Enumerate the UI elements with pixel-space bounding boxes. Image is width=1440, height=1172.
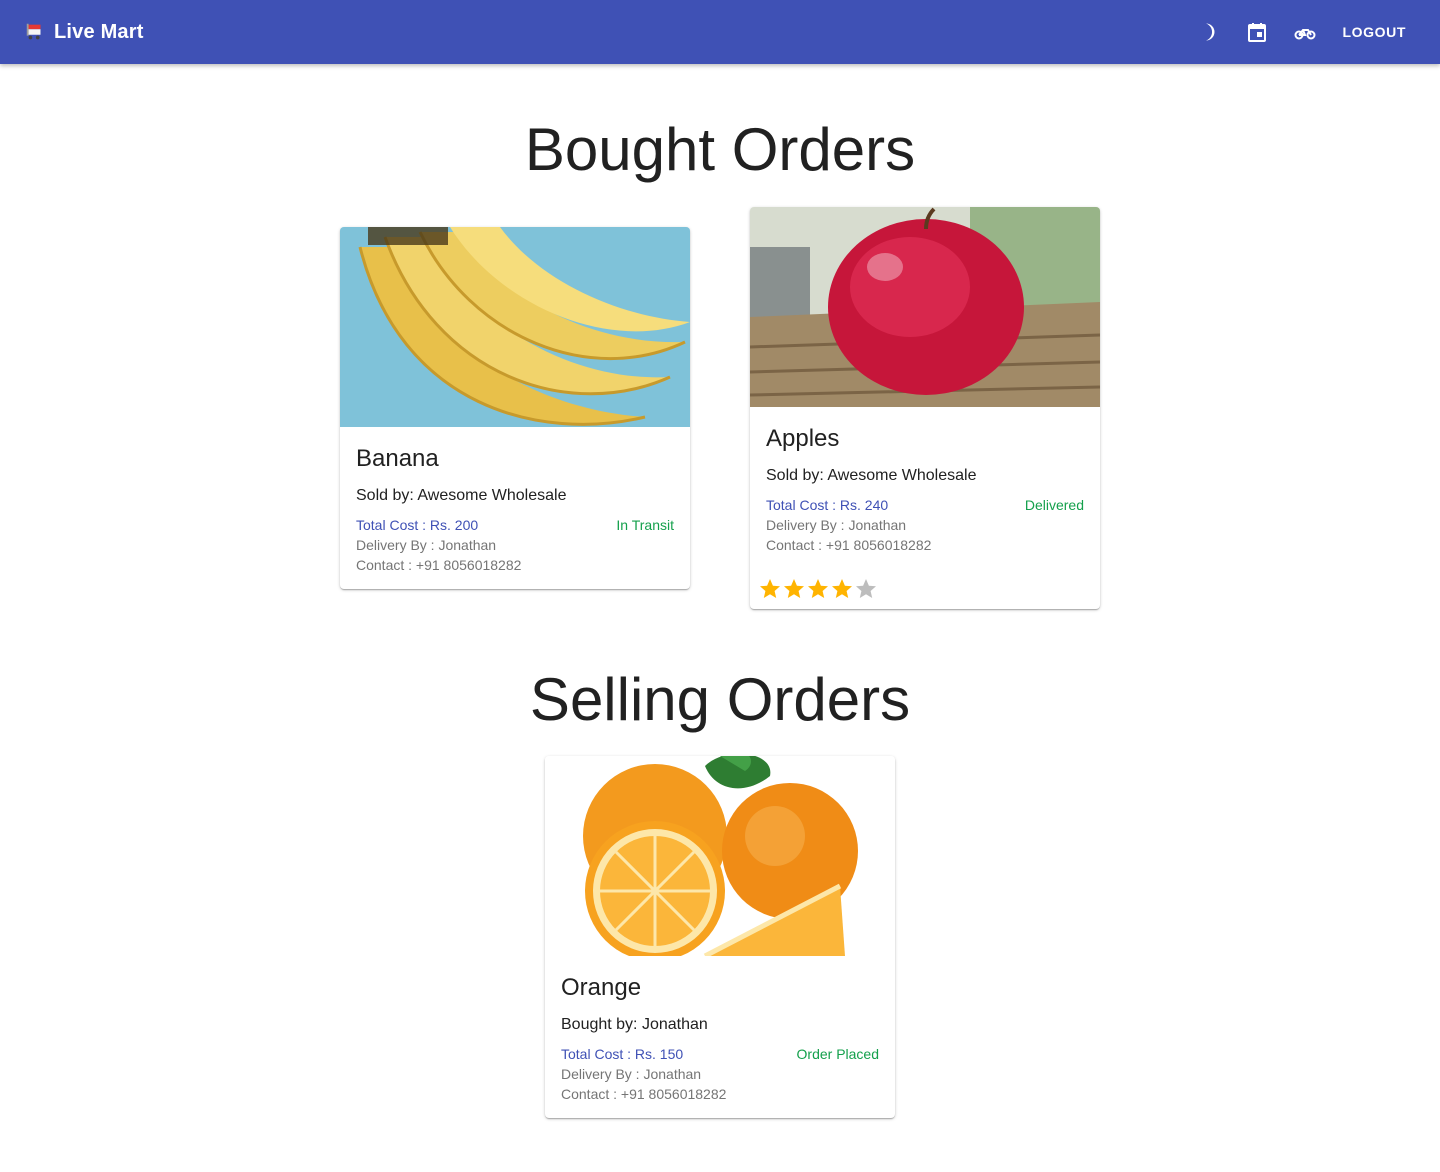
buyer-text: Bought by: Jonathan	[561, 1016, 708, 1033]
calendar-button[interactable]	[1237, 12, 1277, 52]
order-card-orange[interactable]: Orange Bought by: Jonathan Total Cost : …	[545, 756, 895, 1118]
app-bar: Live Mart LOGOUT	[0, 0, 1440, 64]
star-icon[interactable]	[782, 577, 806, 601]
status-badge: Delivered	[1024, 497, 1084, 513]
cart-icon	[24, 21, 46, 43]
bought-orders-title: Bought Orders	[524, 116, 916, 183]
logout-button[interactable]: LOGOUT	[1333, 16, 1416, 48]
product-name: Orange	[561, 974, 642, 1001]
order-card-apples[interactable]: Apples Sold by: Awesome Wholesale Total …	[750, 207, 1100, 609]
selling-orders-title: Selling Orders	[529, 666, 911, 733]
delivery-person: Delivery By : Jonathan	[766, 517, 907, 533]
calendar-icon	[1245, 20, 1269, 44]
seller-text: Sold by: Awesome Wholesale	[766, 467, 977, 484]
status-badge: Order Placed	[796, 1046, 879, 1062]
status-badge: In Transit	[616, 517, 674, 533]
orange-image	[545, 756, 895, 956]
star-icon[interactable]	[830, 577, 854, 601]
order-card-banana[interactable]: Banana Sold by: Awesome Wholesale Total …	[340, 227, 690, 589]
star-icon[interactable]	[854, 577, 878, 601]
total-cost: Total Cost : Rs. 200	[356, 517, 479, 533]
app-title: Live Mart	[54, 20, 144, 43]
dark-mode-button[interactable]	[1189, 12, 1229, 52]
product-name: Apples	[766, 425, 840, 452]
rating-stars[interactable]	[750, 577, 1100, 609]
banana-image	[340, 227, 690, 427]
star-icon[interactable]	[758, 577, 782, 601]
dark-mode-icon	[1197, 20, 1221, 44]
bike-icon	[1293, 20, 1317, 44]
contact-number: Contact : +91 8056018282	[766, 537, 932, 553]
total-cost: Total Cost : Rs. 150	[561, 1046, 684, 1062]
apple-image	[750, 207, 1100, 407]
contact-number: Contact : +91 8056018282	[356, 557, 522, 573]
brand[interactable]: Live Mart	[24, 21, 144, 44]
delivery-person: Delivery By : Jonathan	[561, 1066, 702, 1082]
seller-text: Sold by: Awesome Wholesale	[356, 487, 567, 504]
contact-number: Contact : +91 8056018282	[561, 1086, 727, 1102]
delivery-button[interactable]	[1285, 12, 1325, 52]
total-cost: Total Cost : Rs. 240	[766, 497, 889, 513]
delivery-person: Delivery By : Jonathan	[356, 537, 497, 553]
product-name: Banana	[356, 445, 439, 472]
star-icon[interactable]	[806, 577, 830, 601]
